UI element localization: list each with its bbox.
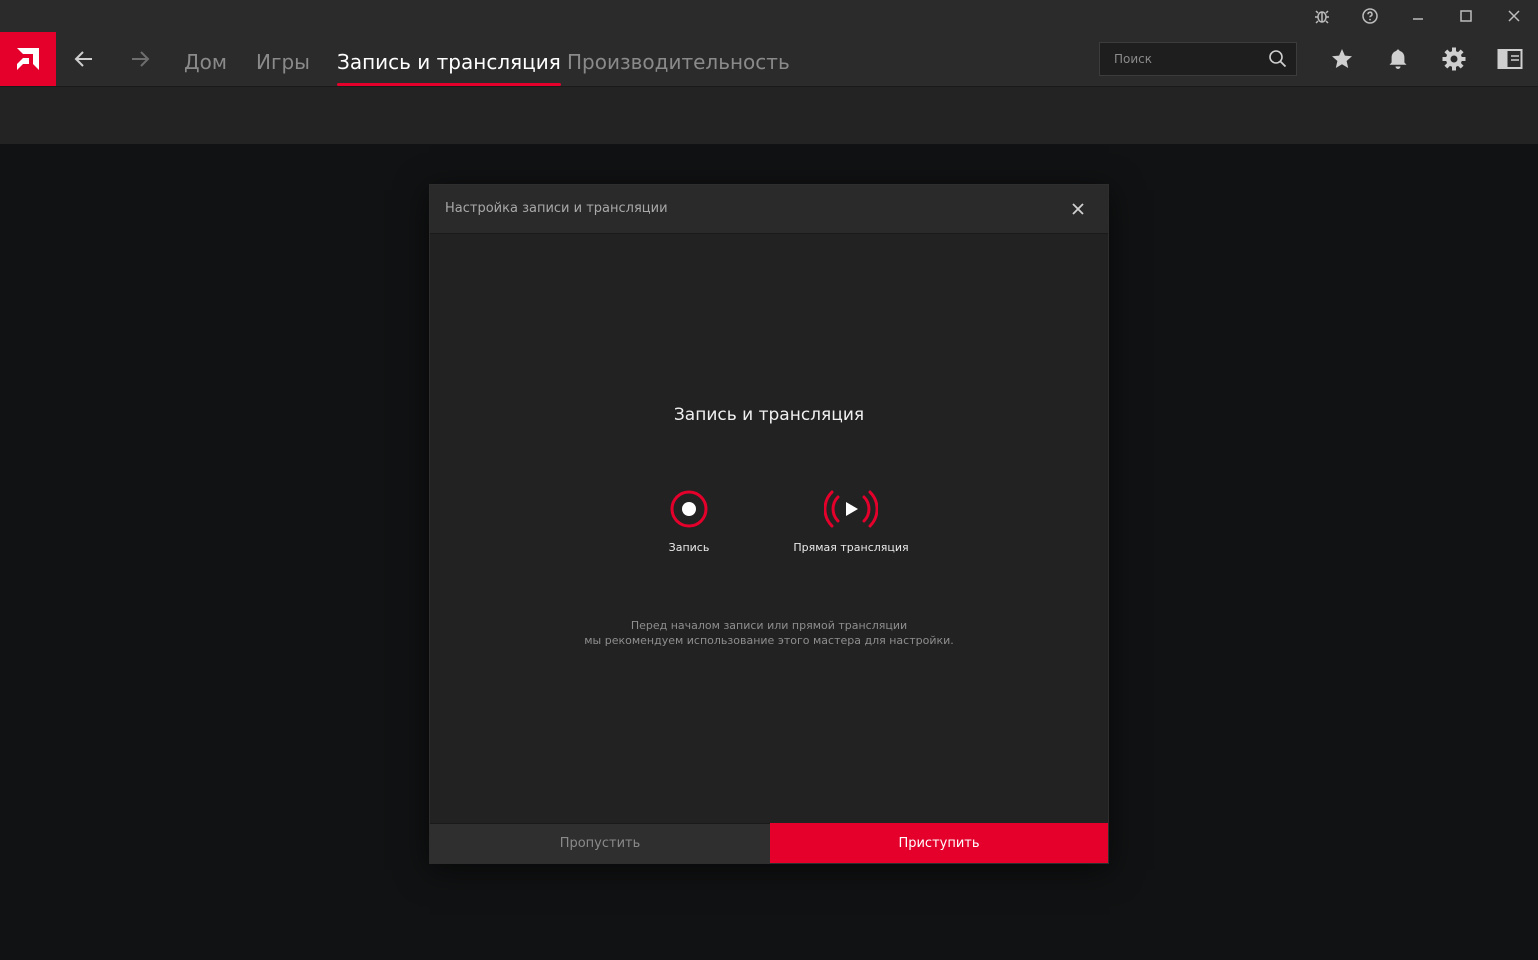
maximize-icon[interactable] <box>1442 0 1490 32</box>
help-icon[interactable] <box>1346 0 1394 32</box>
dialog-description: Перед началом записи или прямой трансляц… <box>430 618 1108 648</box>
tab-games-label: Игры <box>256 50 310 74</box>
skip-button[interactable]: Пропустить <box>430 823 770 863</box>
top-navigation: Дом Игры Запись и трансляция Производите… <box>0 32 1538 86</box>
forward-arrow-icon[interactable] <box>112 32 168 86</box>
dialog-header: Настройка записи и трансляции <box>430 185 1108 234</box>
tab-home-label: Дом <box>184 50 227 74</box>
amd-logo[interactable] <box>0 32 56 86</box>
start-button[interactable]: Приступить <box>770 823 1108 863</box>
bell-icon[interactable] <box>1370 32 1426 86</box>
close-icon[interactable] <box>1490 0 1538 32</box>
gear-icon[interactable] <box>1426 32 1482 86</box>
live-stream-option[interactable]: Прямая трансляция <box>771 487 931 554</box>
tab-performance[interactable]: Производительность <box>567 32 790 86</box>
bug-report-icon[interactable] <box>1298 0 1346 32</box>
title-bar <box>0 0 1538 32</box>
back-arrow-icon[interactable] <box>56 32 112 86</box>
setup-wizard-dialog: Настройка записи и трансляции Запись и т… <box>429 184 1109 864</box>
record-option[interactable]: Запись <box>609 487 769 554</box>
dialog-close-icon[interactable] <box>1068 199 1088 219</box>
record-option-label: Запись <box>668 541 710 554</box>
live-stream-icon <box>821 487 881 531</box>
description-line-2: мы рекомендуем использование этого масте… <box>584 634 954 647</box>
dialog-title: Настройка записи и трансляции <box>445 201 668 216</box>
description-line-1: Перед началом записи или прямой трансляц… <box>630 619 908 632</box>
record-icon <box>659 487 719 531</box>
panel-icon[interactable] <box>1482 32 1538 86</box>
star-icon[interactable] <box>1314 32 1370 86</box>
search-icon[interactable] <box>1268 49 1288 73</box>
dialog-heading: Запись и трансляция <box>673 405 865 425</box>
minimize-icon[interactable] <box>1394 0 1442 32</box>
search-input[interactable] <box>1100 43 1260 75</box>
live-stream-option-label: Прямая трансляция <box>793 541 909 554</box>
tab-record-stream[interactable]: Запись и трансляция <box>337 32 561 86</box>
sub-toolbar <box>0 86 1538 144</box>
tab-games[interactable]: Игры <box>256 32 310 86</box>
tab-record-stream-label: Запись и трансляция <box>337 50 561 74</box>
window-controls <box>1298 0 1538 32</box>
search-box <box>1099 42 1297 76</box>
tab-home[interactable]: Дом <box>184 32 227 86</box>
tab-performance-label: Производительность <box>567 50 790 74</box>
